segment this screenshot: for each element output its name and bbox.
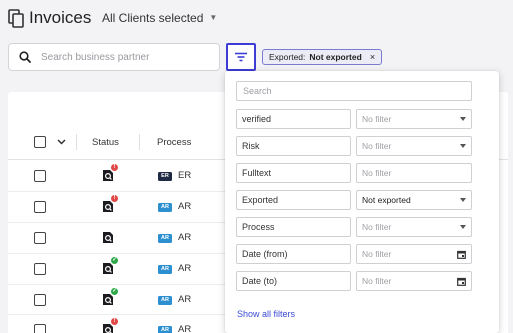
client-selector-label: All Clients selected <box>102 11 204 25</box>
check-badge-icon: ✓ <box>111 257 118 264</box>
process-tag: AR <box>158 203 172 212</box>
process-tag: AR <box>158 326 172 333</box>
process-label: AR <box>178 201 192 212</box>
filter-value-dropdown[interactable]: No filter <box>356 217 472 237</box>
check-badge-icon: ✓ <box>111 288 118 295</box>
row-divider <box>8 222 228 223</box>
filter-placeholder: No filter <box>362 276 392 286</box>
document-search-icon[interactable] <box>102 169 114 182</box>
chip-value: Not exported <box>309 52 362 62</box>
filter-field-name[interactable]: Date (to) <box>236 271 351 291</box>
process-tag: AR <box>158 265 172 274</box>
filter-placeholder: No filter <box>362 141 392 151</box>
filter-field-name[interactable]: Fulltext <box>236 163 351 183</box>
row-checkbox[interactable] <box>34 232 46 244</box>
calendar-icon[interactable] <box>457 277 466 286</box>
column-separator <box>139 134 140 150</box>
process-tag: AR <box>158 296 172 305</box>
filter-button[interactable] <box>226 43 256 71</box>
row-checkbox[interactable] <box>34 170 46 182</box>
document-copy-icon <box>8 9 24 28</box>
chevron-down-icon <box>460 144 466 148</box>
filter-value-text[interactable]: No filter <box>356 163 472 183</box>
row-divider <box>8 253 228 254</box>
chevron-down-icon <box>460 225 466 229</box>
column-header-status[interactable]: Status <box>92 137 119 148</box>
show-all-filters-link[interactable]: Show all filters <box>237 309 295 319</box>
document-search-icon[interactable] <box>102 200 114 213</box>
chevron-down-icon <box>460 117 466 121</box>
chip-key: Exported: <box>269 52 306 62</box>
column-separator <box>76 134 77 150</box>
chevron-down-icon <box>460 198 466 202</box>
row-checkbox[interactable] <box>34 263 46 275</box>
chip-remove-icon[interactable]: × <box>370 52 375 62</box>
filter-field-name[interactable]: Risk <box>236 136 351 156</box>
row-checkbox[interactable] <box>34 324 46 333</box>
process-label: ER <box>178 170 192 181</box>
search-icon <box>19 51 31 63</box>
document-search-icon[interactable] <box>102 293 114 306</box>
filter-placeholder: No filter <box>362 222 392 232</box>
filter-icon <box>235 52 247 62</box>
error-badge-icon: ! <box>111 195 118 202</box>
search-field[interactable] <box>8 43 220 71</box>
filter-placeholder: No filter <box>362 114 392 124</box>
chevron-down-icon: ▼ <box>209 13 218 22</box>
document-search-icon[interactable] <box>102 231 114 244</box>
select-all-checkbox[interactable] <box>34 136 46 148</box>
filter-value: Not exported <box>362 195 411 205</box>
filter-value-dropdown[interactable]: No filter <box>356 109 472 129</box>
filter-field-name[interactable]: Process <box>236 217 351 237</box>
filter-value-date[interactable]: No filter <box>356 244 472 264</box>
process-tag: ER <box>158 172 172 181</box>
filter-value-dropdown[interactable]: Not exported <box>356 190 472 210</box>
row-checkbox[interactable] <box>34 294 46 306</box>
row-checkbox[interactable] <box>34 201 46 213</box>
process-label: AR <box>178 324 192 333</box>
chevron-down-icon[interactable] <box>57 139 66 145</box>
filter-placeholder: No filter <box>362 168 392 178</box>
column-header-process[interactable]: Process <box>157 137 191 148</box>
filter-field-name[interactable]: Exported <box>236 190 351 210</box>
process-label: AR <box>178 294 192 305</box>
process-tag: AR <box>158 234 172 243</box>
active-filter-chip[interactable]: Exported: Not exported × <box>262 49 383 65</box>
row-divider <box>8 314 228 315</box>
row-divider <box>8 191 228 192</box>
process-label: AR <box>178 263 192 274</box>
filter-value-dropdown[interactable]: No filter <box>356 136 472 156</box>
page-title: Invoices <box>29 8 92 27</box>
error-badge-icon: ! <box>111 164 118 171</box>
process-label: AR <box>178 232 192 243</box>
row-divider <box>8 284 228 285</box>
filter-placeholder: No filter <box>362 249 392 259</box>
filter-field-name[interactable]: verified <box>236 109 351 129</box>
filter-value-date[interactable]: No filter <box>356 271 472 291</box>
filter-field-name[interactable]: Date (from) <box>236 244 351 264</box>
client-selector[interactable]: All Clients selected ▼ <box>102 11 217 25</box>
document-search-icon[interactable] <box>102 262 114 275</box>
search-input[interactable] <box>41 51 201 63</box>
error-badge-icon: ! <box>111 318 118 325</box>
calendar-icon[interactable] <box>457 250 466 259</box>
filter-search-input[interactable] <box>236 81 472 101</box>
